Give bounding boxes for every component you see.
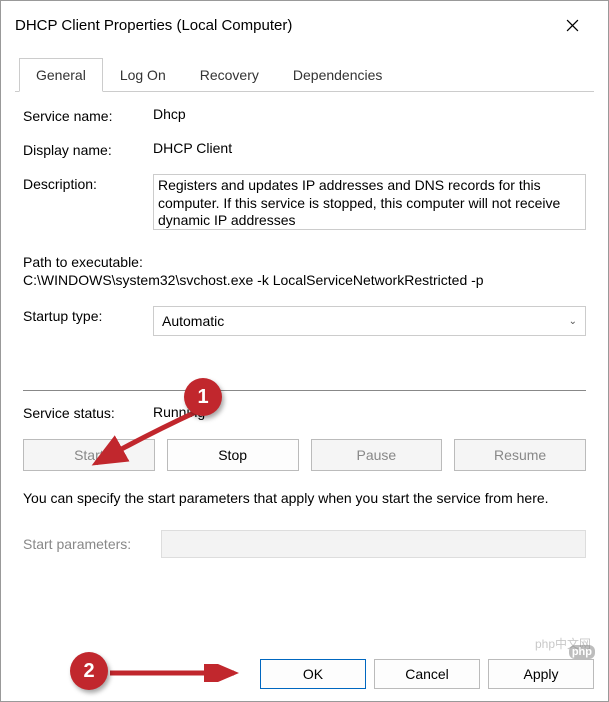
startup-type-select[interactable]: Automatic ⌄ xyxy=(153,306,586,336)
display-name-label: Display name: xyxy=(23,140,153,158)
divider xyxy=(23,390,586,391)
properties-window: DHCP Client Properties (Local Computer) … xyxy=(0,0,609,702)
titlebar: DHCP Client Properties (Local Computer) xyxy=(1,1,608,49)
tab-general[interactable]: General xyxy=(19,58,103,92)
pause-button: Pause xyxy=(311,439,443,471)
path-section: Path to executable: C:\WINDOWS\system32\… xyxy=(23,254,586,288)
annotation-callout-2: 2 xyxy=(70,652,108,690)
startup-type-row: Startup type: Automatic ⌄ xyxy=(23,306,586,336)
close-icon xyxy=(566,19,579,32)
content-area: General Log On Recovery Dependencies Ser… xyxy=(1,49,608,647)
annotation-callout-1: 1 xyxy=(184,378,222,416)
service-name-row: Service name: Dhcp xyxy=(23,106,586,124)
annotation-arrow-2 xyxy=(108,664,244,682)
general-panel: Service name: Dhcp Display name: DHCP Cl… xyxy=(15,92,594,639)
service-name-value: Dhcp xyxy=(153,106,186,122)
apply-button[interactable]: Apply xyxy=(488,659,594,689)
service-name-label: Service name: xyxy=(23,106,153,124)
tab-recovery[interactable]: Recovery xyxy=(183,58,276,92)
start-params-row: Start parameters: xyxy=(23,530,586,558)
display-name-value: DHCP Client xyxy=(153,140,232,156)
start-params-hint: You can specify the start parameters tha… xyxy=(23,489,586,508)
path-value: C:\WINDOWS\system32\svchost.exe -k Local… xyxy=(23,272,586,288)
path-label: Path to executable: xyxy=(23,254,586,270)
tab-bar: General Log On Recovery Dependencies xyxy=(15,57,594,92)
window-title: DHCP Client Properties (Local Computer) xyxy=(15,17,292,34)
ok-button[interactable]: OK xyxy=(260,659,366,689)
startup-type-value: Automatic xyxy=(162,313,224,329)
cancel-button[interactable]: Cancel xyxy=(374,659,480,689)
description-label: Description: xyxy=(23,174,153,192)
description-textbox[interactable]: Registers and updates IP addresses and D… xyxy=(153,174,586,230)
start-params-input xyxy=(161,530,586,558)
php-badge: php xyxy=(569,642,595,660)
description-row: Description: Registers and updates IP ad… xyxy=(23,174,586,230)
resume-button: Resume xyxy=(454,439,586,471)
close-button[interactable] xyxy=(550,11,594,39)
startup-type-label: Startup type: xyxy=(23,306,153,324)
start-params-label: Start parameters: xyxy=(23,536,155,552)
tab-log-on[interactable]: Log On xyxy=(103,58,183,92)
display-name-row: Display name: DHCP Client xyxy=(23,140,586,158)
annotation-arrow-1 xyxy=(86,405,204,473)
chevron-down-icon: ⌄ xyxy=(569,316,577,327)
tab-dependencies[interactable]: Dependencies xyxy=(276,58,400,92)
